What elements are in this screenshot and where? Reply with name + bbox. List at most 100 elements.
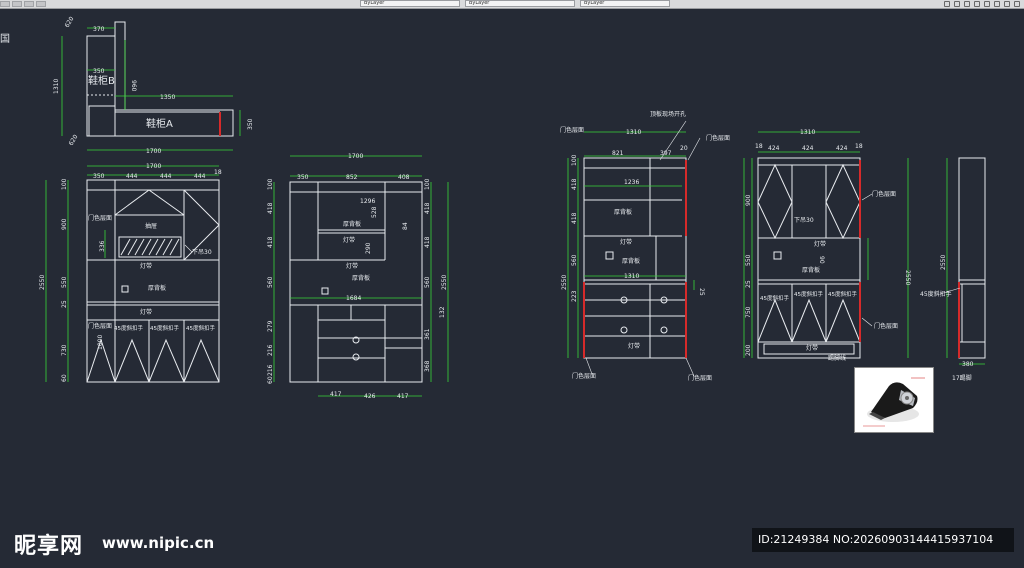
- dim-text: 900: [745, 194, 752, 206]
- dim-text: 418: [267, 202, 274, 214]
- elev1-label-handle: 45度斜扣手: [150, 324, 179, 332]
- dim-text: 560: [571, 254, 578, 266]
- dim-text: 60: [267, 376, 274, 384]
- dim-text: 1296: [360, 198, 375, 205]
- dim-text: 132: [439, 306, 446, 318]
- dim-text: 90: [818, 256, 825, 264]
- elev3-label-door: 门色层面: [572, 372, 596, 380]
- dim-text: 550: [61, 276, 68, 288]
- elev3-label-door: 门色层面: [560, 126, 584, 134]
- dim-text: 1700: [146, 148, 161, 155]
- dim-text: 1700: [146, 163, 161, 170]
- dim-text: 750: [745, 306, 752, 318]
- dim-text: 852: [346, 174, 358, 181]
- dim-text: 84: [402, 222, 409, 230]
- dim-text: 560: [267, 276, 274, 288]
- dim-text: 620: [68, 133, 80, 147]
- watermark-brand: 昵享网: [14, 534, 84, 559]
- elev4-label-light: 灯带: [814, 240, 826, 248]
- dim-text: 424: [836, 145, 848, 152]
- dim-text: 418: [571, 178, 578, 190]
- dim-text: 960: [130, 80, 137, 92]
- dim-text: 730: [61, 344, 68, 356]
- dim-text: 426: [364, 393, 376, 400]
- side-label-foot: 17踢脚: [952, 374, 972, 382]
- elev1-label-thick: 厚背板: [148, 284, 166, 292]
- elevation-4-frame: [757, 157, 861, 359]
- dim-text: 1000: [97, 335, 104, 350]
- plan-label-cabinet-a: 鞋柜A: [146, 117, 173, 130]
- dim-text: 417: [397, 393, 409, 400]
- dim-text: 380: [962, 361, 974, 368]
- elev2-label-thick: 厚背板: [343, 220, 361, 228]
- dim-text: 361: [424, 328, 431, 340]
- dim-text: 18: [855, 143, 863, 150]
- elev3-label-light2: 灯带: [628, 342, 640, 350]
- dim-text: 1310: [800, 129, 815, 136]
- dim-text: 100: [571, 154, 578, 166]
- elev3-label-thick2: 厚背板: [622, 257, 640, 265]
- dim-text: 528: [371, 206, 378, 218]
- dim-text: 368: [424, 360, 431, 372]
- dim-text: 444: [160, 173, 172, 180]
- elev1-label-door: 门色层面: [88, 322, 112, 330]
- dim-text: 444: [194, 173, 206, 180]
- dim-text: 1700: [348, 153, 363, 160]
- side-label-handle: 45度斜扣手: [920, 290, 952, 298]
- dim-text: 216: [267, 364, 274, 376]
- elev3-label-door: 门色层面: [706, 134, 730, 142]
- dim-text: 25: [61, 300, 68, 308]
- dim-text: 100: [424, 178, 431, 190]
- dim-text: 417: [330, 391, 342, 398]
- dim-text: 2550: [940, 255, 947, 270]
- dim-text: 2550: [904, 270, 911, 285]
- dim-text: 100: [267, 178, 274, 190]
- dim-text: 444: [126, 173, 138, 180]
- dim-text: 418: [424, 202, 431, 214]
- dim-text: 1310: [53, 79, 60, 94]
- dim-text: 2550: [441, 275, 448, 290]
- dim-text: 25: [698, 288, 705, 296]
- dim-text: 370: [93, 26, 105, 33]
- elev4-label-kick: 踢脚线: [828, 354, 846, 362]
- elev3-label-door: 门色层面: [688, 374, 712, 382]
- dim-text: 350: [247, 118, 254, 130]
- elevation-2-frame: [289, 181, 423, 383]
- elev1-label-door: 门色层面: [88, 214, 112, 222]
- dim-text: 1310: [624, 273, 639, 280]
- watermark-url: www.nipic.cn: [102, 534, 215, 552]
- elev1-label-light2: 灯带: [140, 308, 152, 316]
- elev4-label-door: 门色层面: [874, 322, 898, 330]
- caster-wheel-icon: [863, 377, 925, 427]
- dim-text: 1310: [626, 129, 641, 136]
- dim-text: 350: [93, 173, 105, 180]
- elev1-label-handle: 45度斜扣手: [114, 324, 143, 332]
- elev1-label-inner: 抽屉: [145, 222, 157, 230]
- dim-text: 200: [745, 344, 752, 356]
- elev2-label-light2: 灯带: [346, 262, 358, 270]
- elev4-label-light2: 灯带: [806, 344, 818, 352]
- dim-text: 100: [61, 178, 68, 190]
- dim-text: 821: [612, 150, 624, 157]
- dim-text: 279: [267, 320, 274, 332]
- elev2-label-thick2: 厚背板: [352, 274, 370, 282]
- elev4-label-down: 下吊30: [794, 217, 814, 224]
- dim-text: 336: [99, 240, 106, 252]
- dim-text: 216: [267, 344, 274, 356]
- dim-text: 900: [61, 218, 68, 230]
- dim-text: 18: [214, 169, 222, 176]
- elev4-label-handle: 45度斜扣手: [828, 290, 857, 298]
- caster-photo: [854, 367, 934, 433]
- cad-drawing-canvas[interactable]: 370 350 1310 960 1350 1700 350 620 620 鞋…: [0, 0, 1024, 568]
- dim-text: 223: [571, 290, 578, 302]
- dim-text: 418: [571, 212, 578, 224]
- elev1-label-light: 灯带: [140, 262, 152, 270]
- dim-text: 620: [64, 15, 76, 29]
- dim-text: 350: [93, 68, 105, 75]
- elev4-label-handle: 45度斜扣手: [760, 294, 789, 302]
- dim-text: 2550: [561, 275, 568, 290]
- elev2-label-light: 灯带: [343, 236, 355, 244]
- elev1-label-handle: 45度斜扣手: [186, 324, 215, 332]
- dim-text: 418: [424, 236, 431, 248]
- dim-text: 1684: [346, 295, 361, 302]
